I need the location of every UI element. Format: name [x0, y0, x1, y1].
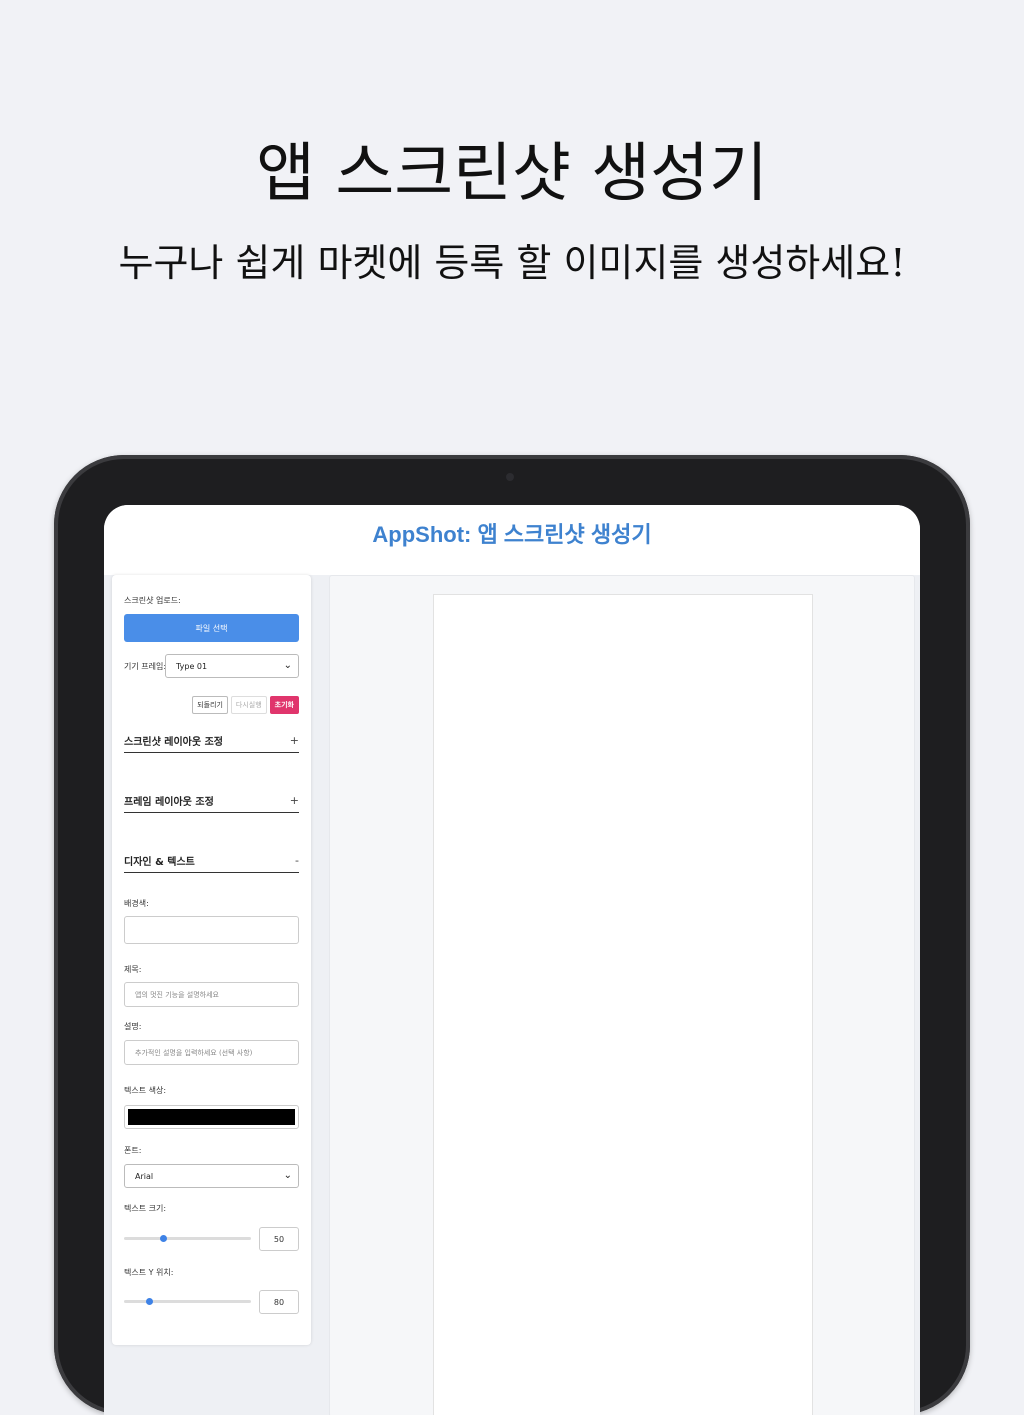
text-y-slider[interactable]	[124, 1298, 251, 1305]
text-size-slider[interactable]	[124, 1235, 251, 1242]
reset-button[interactable]: 초기화	[269, 696, 299, 714]
background-color-picker[interactable]	[124, 916, 299, 944]
file-select-button[interactable]: 파일 선택	[124, 614, 299, 642]
font-value: Arial	[135, 1171, 154, 1181]
title-placeholder: 앱의 멋진 기능을 설명하세요	[135, 990, 219, 999]
section-design-text[interactable]: 디자인 & 텍스트 -	[124, 849, 299, 873]
tablet-screen: AppShot: 앱 스크린샷 생성기 스크린샷 업로드: 파일 선택 기기 프…	[104, 505, 920, 1415]
expand-icon: +	[289, 734, 299, 747]
chevron-down-icon: ⌄	[283, 1170, 292, 1181]
title-input[interactable]: 앱의 멋진 기능을 설명하세요	[124, 982, 299, 1007]
expand-icon: +	[289, 794, 299, 807]
control-panel: 스크린샷 업로드: 파일 선택 기기 프레임: Type 01 ⌄ 되돌리기 다…	[112, 575, 311, 1345]
device-frame-select[interactable]: Type 01 ⌄	[165, 654, 299, 678]
font-label: 폰트:	[124, 1146, 142, 1155]
app-title: AppShot: 앱 스크린샷 생성기	[372, 522, 652, 547]
history-buttons: 되돌리기 다시실행 초기화	[192, 696, 299, 714]
tablet-frame: AppShot: 앱 스크린샷 생성기 스크린샷 업로드: 파일 선택 기기 프…	[54, 455, 970, 1415]
text-y-input[interactable]: 80	[259, 1290, 299, 1314]
collapse-icon: -	[295, 854, 299, 867]
upload-label: 스크린샷 업로드:	[124, 596, 181, 605]
description-placeholder: 추가적인 설명을 입력하세요 (선택 사항)	[135, 1048, 253, 1057]
font-select[interactable]: Arial ⌄	[124, 1164, 299, 1188]
section-screenshot-layout[interactable]: 스크린샷 레이아웃 조정 +	[124, 729, 299, 753]
text-size-input[interactable]: 50	[259, 1227, 299, 1251]
chevron-down-icon: ⌄	[283, 660, 292, 671]
app-header: AppShot: 앱 스크린샷 생성기	[104, 505, 920, 575]
text-size-label: 텍스트 크기:	[124, 1204, 167, 1213]
description-input[interactable]: 추가적인 설명을 입력하세요 (선택 사항)	[124, 1040, 299, 1065]
hero-title: 앱 스크린샷 생성기	[256, 137, 768, 211]
text-color-swatch	[128, 1109, 295, 1125]
section-frame-layout[interactable]: 프레임 레이아웃 조정 +	[124, 789, 299, 813]
undo-button[interactable]: 되돌리기	[192, 696, 228, 714]
title-label: 제목:	[124, 965, 142, 974]
preview-area	[329, 575, 915, 1415]
slider-thumb[interactable]	[145, 1298, 153, 1305]
slider-thumb[interactable]	[160, 1235, 167, 1242]
hero-subtitle: 누구나 쉽게 마켓에 등록 할 이미지를 생성하세요!	[118, 241, 906, 285]
redo-button[interactable]: 다시실행	[230, 696, 267, 714]
background-color-label: 배경색:	[124, 899, 149, 908]
camera-dot	[506, 473, 514, 481]
description-label: 설명:	[124, 1022, 142, 1031]
section-title: 디자인 & 텍스트	[124, 857, 195, 868]
section-title: 스크린샷 레이아웃 조정	[124, 737, 223, 748]
text-color-label: 텍스트 색상:	[124, 1086, 167, 1095]
preview-canvas	[433, 594, 813, 1415]
device-frame-label: 기기 프레임:	[124, 662, 167, 671]
text-y-label: 텍스트 Y 위치:	[124, 1268, 174, 1277]
section-title: 프레임 레이아웃 조정	[124, 797, 214, 808]
device-frame-value: Type 01	[176, 661, 208, 671]
text-color-picker[interactable]	[124, 1105, 299, 1129]
